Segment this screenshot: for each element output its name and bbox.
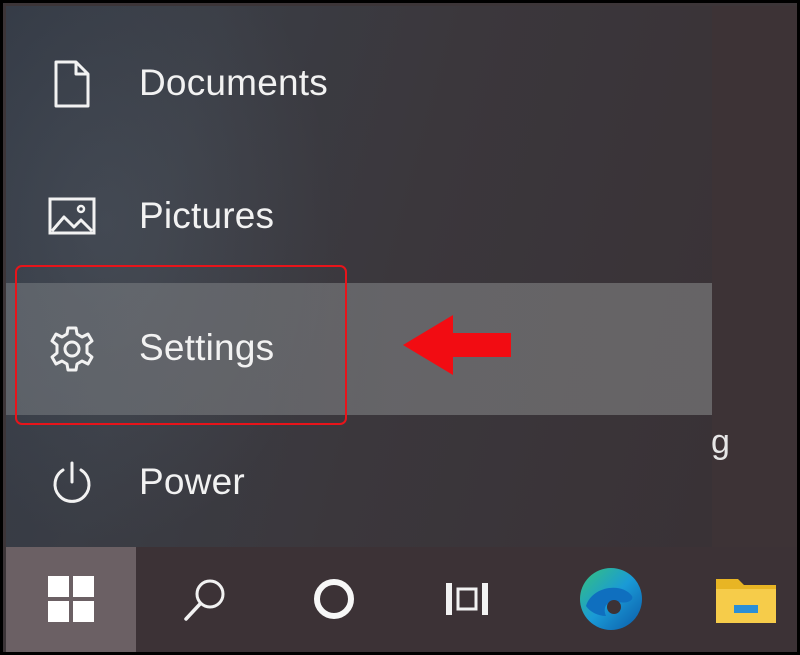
annotation-highlight-box <box>15 265 347 425</box>
screenshot-frame: g Documents Pictures Settings Power <box>0 0 800 655</box>
power-icon <box>46 457 98 509</box>
start-button[interactable] <box>6 547 136 652</box>
start-item-label: Documents <box>139 62 328 104</box>
task-view-icon <box>442 577 492 626</box>
file-explorer-icon <box>714 573 778 630</box>
cortana-icon <box>311 576 357 627</box>
annotation-arrow-icon <box>403 315 511 375</box>
taskbar <box>6 547 797 652</box>
cortana-button[interactable] <box>270 547 398 652</box>
start-item-label: Power <box>139 461 245 503</box>
partial-tile-label: g <box>711 423 730 461</box>
search-icon <box>180 574 230 629</box>
windows-logo-icon <box>48 575 94 627</box>
edge-icon <box>578 566 644 637</box>
edge-button[interactable] <box>547 547 675 652</box>
task-view-button[interactable] <box>403 547 531 652</box>
file-explorer-button[interactable] <box>682 547 797 652</box>
search-button[interactable] <box>141 547 269 652</box>
document-icon <box>46 58 98 110</box>
pictures-icon <box>46 191 98 243</box>
start-item-pictures[interactable]: Pictures <box>6 151 712 283</box>
start-item-label: Pictures <box>139 195 275 237</box>
tiles-area-edge <box>712 6 797 547</box>
start-item-power[interactable]: Power <box>6 417 712 549</box>
start-item-documents[interactable]: Documents <box>6 18 712 150</box>
